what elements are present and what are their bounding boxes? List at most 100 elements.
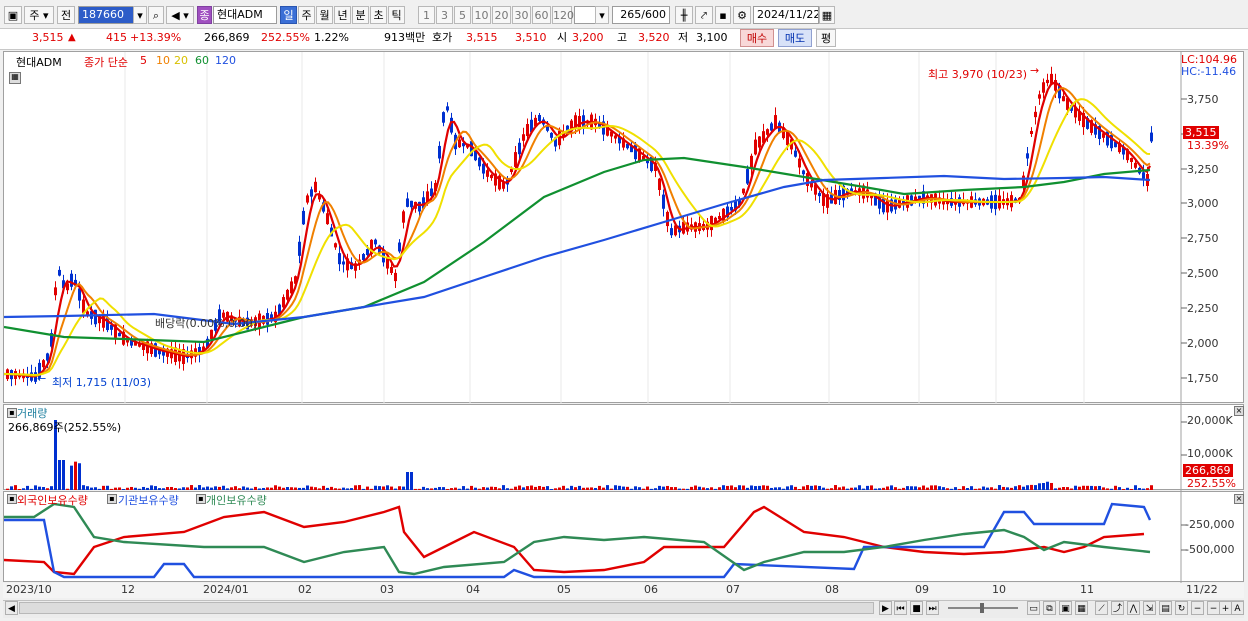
price-candle [478, 157, 481, 167]
price-candle [1026, 153, 1029, 159]
volume-bar [458, 488, 461, 490]
layout-3-icon[interactable]: ▣ [1059, 601, 1072, 615]
chart-tool-1-icon[interactable]: ⟋ [1095, 601, 1108, 615]
layout-4-icon[interactable]: ▦ [1075, 601, 1088, 615]
interval-30-button[interactable]: 30 [512, 6, 531, 24]
indiv-holding-toggle-icon[interactable]: ▪ [196, 494, 206, 504]
volume-bar [74, 461, 77, 490]
draw-tool-icon[interactable]: ⤤ [695, 6, 713, 24]
price-candle [314, 181, 317, 193]
interval-3-button[interactable]: 3 [436, 6, 453, 24]
tab-period-tick[interactable]: 틱 [388, 6, 405, 24]
sell-button[interactable]: 매도 [778, 29, 812, 47]
volume-bar [462, 486, 465, 490]
volume-bar [798, 488, 801, 490]
holdings-panel-toggle-icon[interactable]: ▪ [7, 494, 17, 504]
interval-20-button[interactable]: 20 [492, 6, 511, 24]
interval-5-button[interactable]: 5 [454, 6, 471, 24]
inst-holding-toggle-icon[interactable]: ▪ [107, 494, 117, 504]
type-main-select[interactable]: 주 ▾ [24, 6, 54, 24]
volume-panel[interactable] [3, 404, 1245, 491]
chart-tool-2-icon[interactable]: ⤴ [1111, 601, 1124, 615]
scroll-left-icon[interactable]: ◀ [5, 601, 18, 615]
volume-bar [142, 486, 145, 490]
volume-bar [690, 486, 693, 490]
stock-code-input[interactable]: 187660 [78, 6, 134, 24]
interval-1-button[interactable]: 1 [418, 6, 435, 24]
search-icon[interactable]: ⌕ [148, 6, 164, 24]
tab-period-month[interactable]: 월 [316, 6, 333, 24]
volume-bar [922, 485, 925, 490]
scroll-first-icon[interactable]: ⏮ [894, 601, 907, 615]
chart-tool-3-icon[interactable]: ⋀ [1127, 601, 1140, 615]
volume-bar [190, 485, 193, 490]
scroll-right-icon[interactable]: ▶ [879, 601, 892, 615]
layout-2-icon[interactable]: ⧉ [1043, 601, 1056, 615]
zoom-out-icon[interactable]: − [1191, 601, 1204, 615]
volume-bar [278, 486, 281, 490]
font-size-icon[interactable]: A [1231, 601, 1244, 615]
volume-bar [138, 488, 141, 490]
price-candle [118, 332, 121, 337]
chart-tool-6-icon[interactable]: ↻ [1175, 601, 1188, 615]
holdings-panel-close-icon[interactable]: × [1234, 494, 1244, 504]
tab-period-second[interactable]: 초 [370, 6, 387, 24]
volume-bar [386, 485, 389, 490]
volume-bar [1082, 485, 1085, 490]
volume-bar [30, 488, 33, 490]
holdings-panel[interactable] [3, 491, 1245, 583]
price-chart-panel[interactable] [3, 51, 1245, 404]
volume-panel-toggle-icon[interactable]: ▪ [7, 408, 17, 418]
volume-panel-close-icon[interactable]: × [1234, 406, 1244, 416]
volume-bar [802, 486, 805, 490]
candle-type-icon[interactable]: ╫ [675, 6, 693, 24]
settings-gear-icon[interactable]: ⚙ [733, 6, 751, 24]
volume-bar [874, 488, 877, 490]
stock-name-field[interactable]: 현대ADM [213, 6, 277, 24]
tab-period-day[interactable]: 일 [280, 6, 297, 24]
volume-bar [954, 487, 957, 490]
tab-period-week[interactable]: 주 [298, 6, 315, 24]
scroll-last-icon[interactable]: ⏭ [926, 601, 939, 615]
volume-bar [1058, 487, 1061, 490]
volume-chart-svg[interactable] [4, 405, 1245, 491]
price-candle [1022, 175, 1025, 187]
volume-bar [902, 487, 905, 490]
interval-60-button[interactable]: 60 [532, 6, 551, 24]
scroll-stop-icon[interactable]: ■ [910, 601, 923, 615]
chart-tool-4-icon[interactable]: ⇲ [1143, 601, 1156, 615]
price-tick-2500: 2,500 [1187, 267, 1219, 280]
calendar-icon[interactable]: ▦ [819, 6, 835, 24]
ma-label: 종가 단순 [84, 56, 128, 69]
type-prev-select[interactable]: 전 [57, 6, 75, 24]
buy-button[interactable]: 매수 [740, 29, 774, 47]
price-candle [794, 150, 797, 157]
tab-period-minute[interactable]: 분 [352, 6, 369, 24]
volume-bar [266, 487, 269, 490]
speaker-icon[interactable]: ◀ ▾ [166, 6, 194, 24]
chart-options-icon[interactable]: ▦ [9, 72, 21, 84]
holdings-chart-svg[interactable] [4, 492, 1245, 583]
volume-bar [390, 486, 393, 490]
tab-period-year[interactable]: 년 [334, 6, 351, 24]
interval-10-button[interactable]: 10 [472, 6, 491, 24]
price-candle [342, 261, 345, 265]
average-button[interactable]: 평 [816, 29, 836, 47]
volume-bar [374, 485, 377, 490]
scroll-thumb[interactable] [19, 602, 874, 614]
ask-price: 3,515 [466, 31, 498, 44]
chart-tool-5-icon[interactable]: ▤ [1159, 601, 1172, 615]
stock-code-dropdown-icon[interactable]: ▾ [133, 6, 147, 24]
save-icon[interactable]: ▪ [715, 6, 731, 24]
window-menu-icon[interactable]: ▣ [4, 6, 22, 24]
date-input[interactable]: 2024/11/22 [753, 6, 819, 24]
zoom-slider-thumb[interactable] [980, 603, 984, 613]
price-chart-svg[interactable] [4, 52, 1245, 404]
volume-bar [94, 487, 97, 490]
layout-1-icon[interactable]: ▭ [1027, 601, 1040, 615]
custom-interval-dropdown-icon[interactable]: ▾ [595, 6, 609, 24]
count-field[interactable]: 265/600 [612, 6, 670, 24]
volume-bar [806, 485, 809, 490]
interval-120-button[interactable]: 120 [552, 6, 574, 24]
volume-bar [238, 488, 241, 490]
